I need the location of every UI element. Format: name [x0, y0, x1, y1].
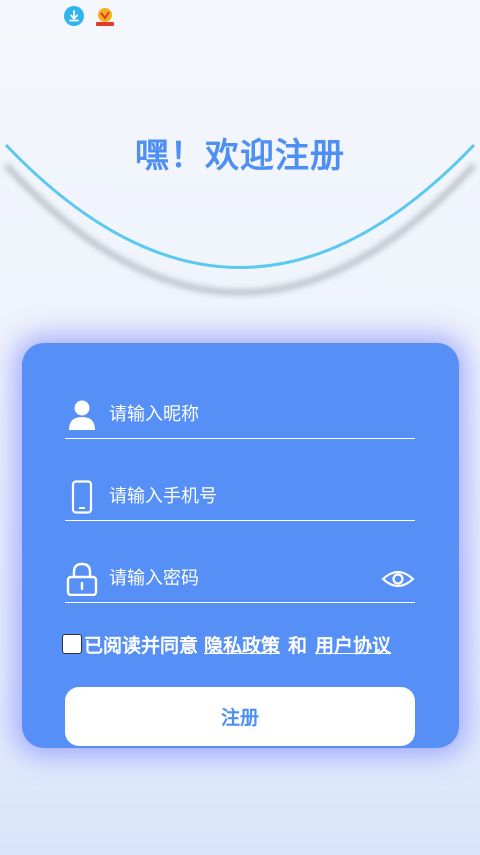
- agree-prefix: 已阅读并同意: [84, 634, 199, 657]
- privacy-policy-link[interactable]: 隐私政策: [204, 631, 280, 658]
- eye-icon[interactable]: [381, 567, 415, 591]
- agreement-row: 已阅读并同意 隐私政策 和 用户协议: [62, 630, 442, 658]
- nickname-field: [65, 391, 415, 439]
- user-icon: [65, 397, 99, 433]
- password-field: [65, 555, 415, 603]
- nickname-input[interactable]: [109, 396, 415, 433]
- phone-input[interactable]: [109, 478, 415, 515]
- phone-icon: [65, 479, 99, 515]
- user-agreement-link[interactable]: 用户协议: [315, 631, 391, 658]
- register-card: 已阅读并同意 隐私政策 和 用户协议 注册: [22, 343, 459, 748]
- agree-and: 和: [288, 634, 308, 657]
- page-title: 嘿！欢迎注册: [135, 136, 345, 176]
- register-button[interactable]: 注册: [65, 687, 415, 746]
- lock-icon: [65, 561, 99, 597]
- agree-checkbox[interactable]: [62, 634, 82, 654]
- phone-field: [65, 473, 415, 521]
- password-input[interactable]: [109, 560, 381, 597]
